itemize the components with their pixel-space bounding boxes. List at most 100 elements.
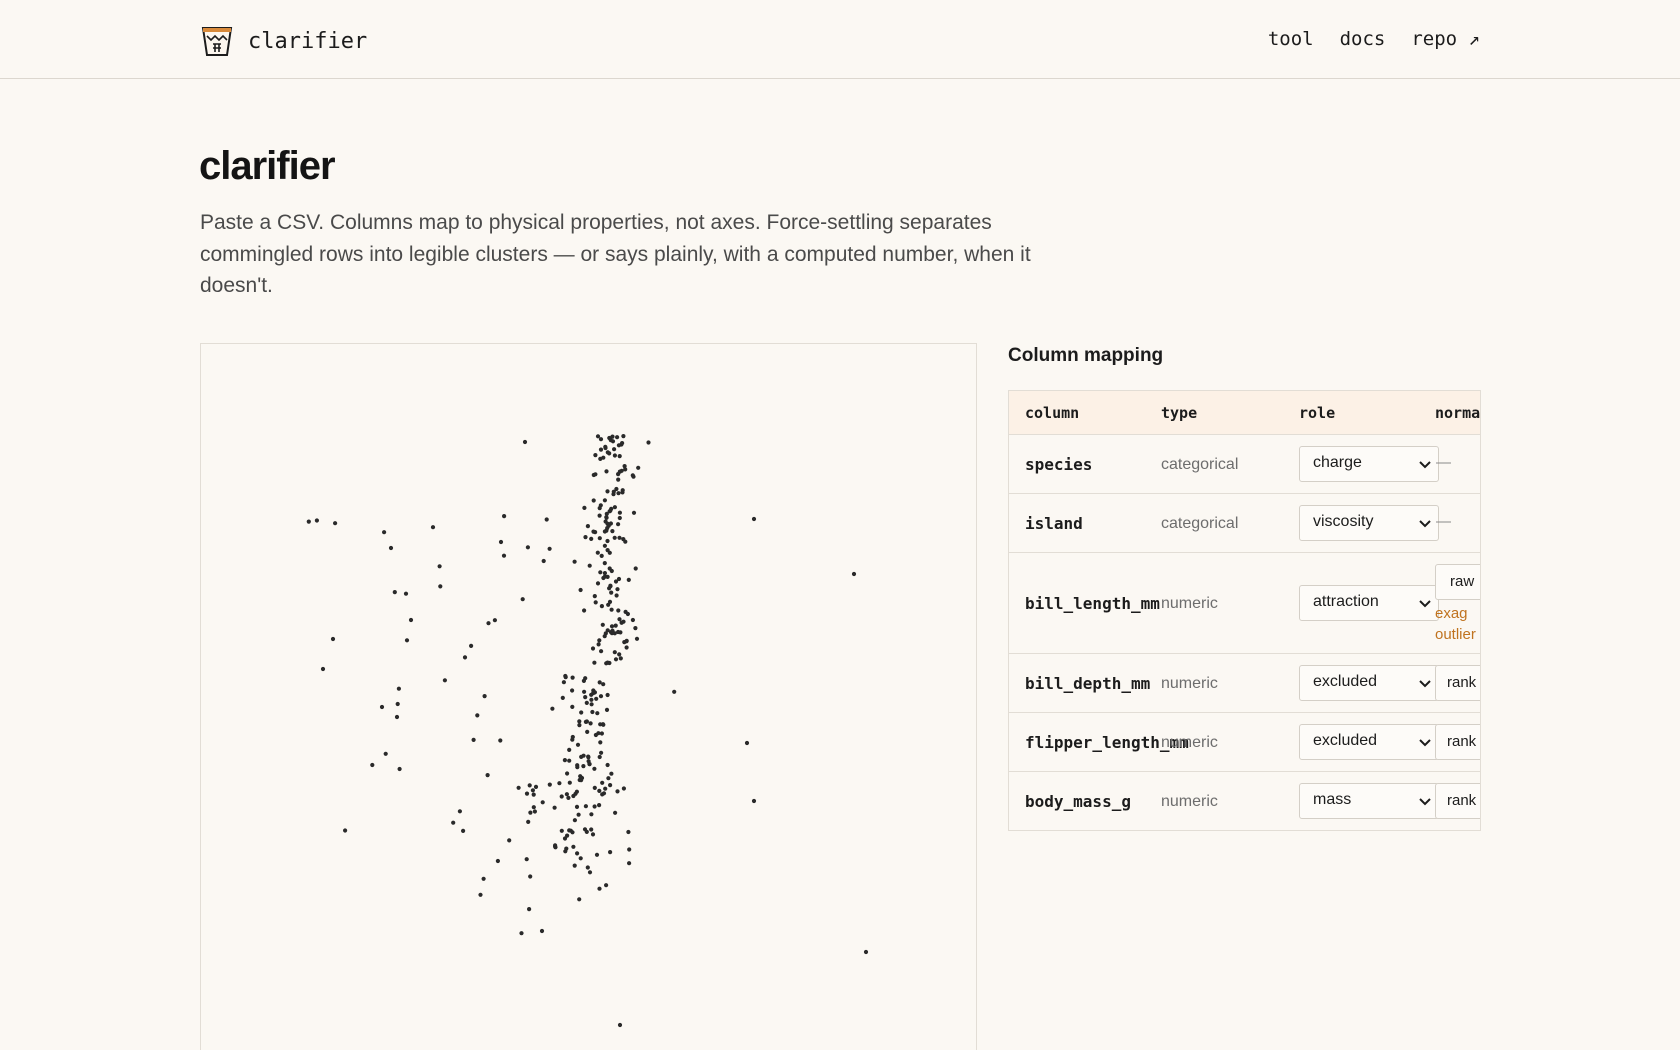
nav-repo-link[interactable]: repo ↗ <box>1411 28 1480 50</box>
normalization-value: rank <box>1447 674 1477 691</box>
particle-dot <box>599 731 604 736</box>
particle-dot <box>524 857 529 862</box>
particle-dot <box>627 847 632 852</box>
particle-dot <box>578 587 583 593</box>
particle-dot <box>604 707 610 712</box>
particle-dot <box>471 737 476 742</box>
particle-dot <box>570 704 575 709</box>
particle-dot <box>587 563 592 568</box>
column-name: bill_length_mm <box>1025 594 1160 613</box>
particle-dot <box>382 530 387 535</box>
particle-dot <box>606 523 611 528</box>
particle-dot <box>575 851 580 856</box>
particle-dot <box>597 788 602 793</box>
particle-dot <box>620 441 625 446</box>
particle-dot <box>592 660 597 665</box>
role-select[interactable]: attraction <box>1299 585 1439 621</box>
particle-dot <box>481 876 486 881</box>
particle-dot <box>333 521 338 526</box>
particle-dot <box>575 763 580 768</box>
particle-dot <box>486 621 491 626</box>
particle-dot <box>607 509 612 514</box>
particle-dot <box>597 513 602 518</box>
particle-dot <box>566 795 571 800</box>
particle-dot <box>612 535 617 540</box>
particle-dot <box>604 515 609 520</box>
particle-dot <box>615 789 620 794</box>
particle-dot <box>577 723 582 728</box>
particle-dot <box>528 810 533 815</box>
particle-dot <box>598 447 604 452</box>
normalization-select[interactable]: rank <box>1435 724 1480 760</box>
particle-dot <box>613 623 618 628</box>
particle-dot <box>593 600 598 605</box>
particle-dot <box>492 618 497 623</box>
particle-dot <box>605 692 610 698</box>
table-row: flipper_length_mm numeric excluded rank <box>1009 713 1480 772</box>
particle-dot <box>392 590 397 595</box>
particle-dot <box>599 553 604 558</box>
particle-dot <box>594 696 599 701</box>
particle-dot <box>582 608 587 613</box>
normalization-select[interactable]: raw <box>1435 564 1480 600</box>
page-title: clarifier <box>199 144 336 188</box>
particle-dot <box>614 593 619 598</box>
particle-dot <box>744 740 750 746</box>
role-select[interactable]: charge <box>1299 446 1439 482</box>
particle-dot <box>600 792 605 797</box>
particle-dot <box>605 762 610 768</box>
particle-dot <box>599 604 604 609</box>
particle-dot <box>672 689 677 694</box>
role-select[interactable]: viscosity <box>1299 505 1439 541</box>
table-row: bill_length_mm numeric attraction raw ex… <box>1009 553 1480 654</box>
normalization-value: raw <box>1450 573 1475 590</box>
particle-dot <box>451 820 456 825</box>
role-select[interactable]: excluded <box>1299 665 1439 701</box>
particle-dot <box>603 444 608 449</box>
particle-dot <box>597 536 602 541</box>
particle-dot <box>583 535 588 540</box>
particle-dot <box>572 863 577 868</box>
particle-field[interactable] <box>201 344 978 1050</box>
normalization-select[interactable]: rank <box>1435 783 1480 819</box>
particle-dot <box>519 931 524 936</box>
particle-dot <box>602 529 607 534</box>
particle-dot <box>603 786 608 791</box>
particle-dot <box>626 577 631 582</box>
particle-dot <box>495 858 500 864</box>
simulation-canvas[interactable] <box>200 343 977 1050</box>
column-name: species <box>1025 455 1093 474</box>
particle-dot <box>379 704 385 710</box>
particle-dot <box>462 655 468 660</box>
role-select[interactable]: excluded <box>1299 724 1439 760</box>
particle-dot <box>314 518 319 523</box>
particle-dot <box>526 819 531 824</box>
main-nav: tool docs repo ↗ <box>1268 28 1480 50</box>
particle-dot <box>596 642 601 647</box>
particle-dot <box>618 656 623 661</box>
normalization-select[interactable]: rank <box>1435 665 1480 701</box>
brand[interactable]: clarifier <box>200 24 367 58</box>
column-name: body_mass_g <box>1025 792 1131 811</box>
particle-dot <box>577 897 582 902</box>
particle-dot <box>527 783 532 788</box>
particle-dot <box>567 758 572 763</box>
particle-dot <box>609 624 615 629</box>
particle-dot <box>636 465 641 470</box>
particle-dot <box>525 545 530 550</box>
nav-tool-link[interactable]: tool <box>1268 28 1314 50</box>
particle-dot <box>633 566 638 571</box>
role-select[interactable]: mass <box>1299 783 1439 819</box>
brand-name: clarifier <box>248 28 368 54</box>
particle-dot <box>599 750 604 755</box>
particle-dot <box>595 550 600 555</box>
particle-dot <box>591 529 596 534</box>
particle-dot <box>598 694 604 699</box>
particle-dot <box>619 468 624 473</box>
particle-dot <box>501 553 507 558</box>
particle-dot <box>617 535 622 540</box>
particle-dot <box>575 742 581 747</box>
nav-docs-link[interactable]: docs <box>1340 28 1386 50</box>
particle-dot <box>634 636 640 641</box>
particle-dot <box>531 792 536 797</box>
